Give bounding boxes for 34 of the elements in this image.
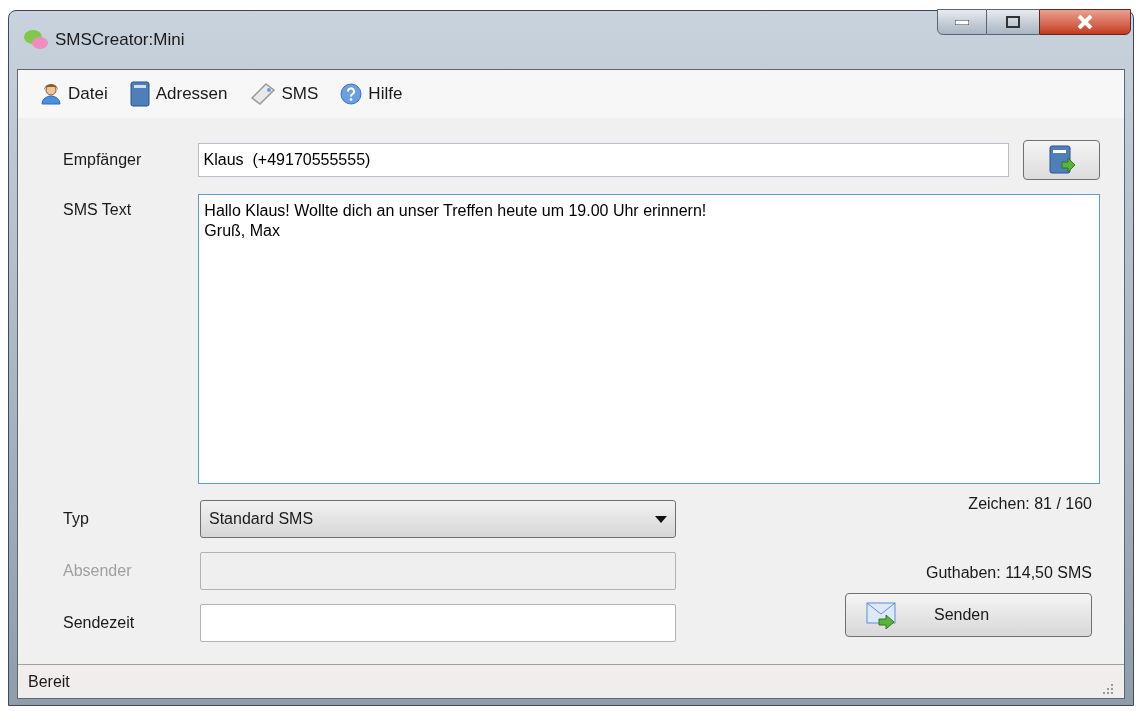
book-arrow-icon	[1047, 145, 1076, 175]
field-label: Typ	[63, 509, 90, 529]
balance-text: Guthaben: 114,50 SMS	[925, 563, 1092, 583]
person-icon	[40, 83, 62, 105]
book-icon	[129, 81, 150, 107]
chat-bubbles-icon	[23, 29, 49, 51]
envelope-arrow-icon	[866, 601, 898, 629]
minimize-button[interactable]	[937, 9, 987, 35]
text-field[interactable]	[200, 604, 676, 642]
address-book-button[interactable]	[1023, 140, 1100, 180]
sms-text-area[interactable]: Hallo Klaus! Wollte dich an unser Treffen heute um 19.00 Uhr erinnern! Gruß, Max	[198, 194, 1100, 484]
field-label: Empfänger	[63, 150, 143, 170]
field-label: Absender	[63, 561, 133, 581]
send-button[interactable]: Senden	[845, 593, 1092, 637]
resize-grip-icon	[1102, 683, 1114, 695]
maximize-icon	[1006, 16, 1020, 28]
menu-item[interactable]: SMS	[249, 81, 319, 107]
tag-icon	[249, 82, 276, 106]
close-button[interactable]	[1039, 9, 1131, 35]
menu-item[interactable]: Adressen	[129, 81, 228, 107]
window-title: SMSCreator:Mini	[55, 29, 185, 52]
dropdown-arrow-icon	[655, 515, 667, 523]
minimize-icon	[955, 19, 969, 25]
type-dropdown[interactable]: Standard SMS	[200, 500, 676, 538]
recipient-field[interactable]: Klaus (+49170555555)	[197, 143, 1010, 177]
character-count: Zeichen: 81 / 160	[968, 494, 1092, 514]
maximize-button[interactable]	[987, 9, 1039, 35]
field-label: SMS Text	[63, 200, 133, 220]
field-label: Sendezeit	[63, 613, 136, 633]
menu-item[interactable]: Hilfe	[340, 81, 403, 107]
close-icon	[1077, 15, 1093, 29]
status-text: Bereit	[28, 671, 70, 692]
menu-item[interactable]: Datei	[40, 81, 108, 107]
help-icon	[340, 83, 363, 105]
